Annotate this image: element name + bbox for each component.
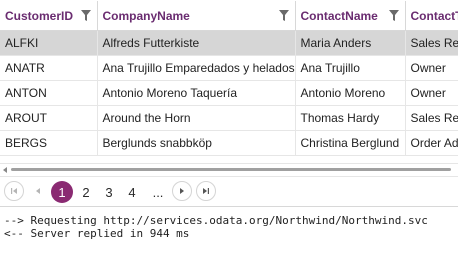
cell-contactname: Christina Berglund (294, 130, 405, 156)
horizontal-scrollbar[interactable] (0, 163, 458, 176)
filter-icon[interactable] (80, 10, 91, 21)
table-row[interactable]: ANTON Antonio Moreno Taquería Antonio Mo… (0, 80, 458, 106)
cell-contacttitle: Owner (404, 80, 458, 106)
cell-companyname: Around the Horn (96, 105, 295, 131)
page-3-button[interactable]: 3 (98, 181, 120, 203)
previous-page-button[interactable] (28, 181, 48, 201)
cell-customerid: ANATR (0, 55, 97, 81)
pager: 1 2 3 4 ... (0, 176, 458, 207)
log-line: <-- Server replied in 944 ms (4, 227, 190, 240)
column-header-label: ContactName (300, 8, 378, 23)
column-header-label: CompanyName (102, 8, 190, 23)
page-4-button[interactable]: 4 (121, 181, 143, 203)
cell-contactname: Ana Trujillo (294, 55, 405, 81)
scroll-left-arrow-icon[interactable] (3, 167, 7, 173)
table-row[interactable]: BERGS Berglunds snabbköp Christina Bergl… (0, 130, 458, 156)
first-page-button[interactable] (4, 181, 24, 201)
cell-customerid: ALFKI (0, 30, 97, 56)
column-header-label: CustomerID (5, 8, 74, 23)
last-page-icon (203, 188, 209, 194)
cell-contactname: Maria Anders (294, 30, 405, 56)
cell-contactname: Antonio Moreno (294, 80, 405, 106)
cell-customerid: AROUT (0, 105, 97, 131)
column-header-customerid[interactable]: CustomerID (0, 1, 98, 31)
cell-companyname: Antonio Moreno Taquería (96, 80, 295, 106)
cell-customerid: BERGS (0, 130, 97, 156)
log-line: --> Requesting http://services.odata.org… (4, 214, 428, 227)
column-header-contacttitle[interactable]: ContactTitle (405, 1, 458, 31)
table-row[interactable]: ANATR Ana Trujillo Emparedados y helados… (0, 55, 458, 81)
cell-contacttitle: Order Administrator (404, 130, 458, 156)
scrollbar-thumb[interactable] (11, 168, 451, 171)
cell-contacttitle: Sales Representative (404, 105, 458, 131)
customers-grid: CustomerID CompanyName ContactName Conta… (0, 0, 458, 210)
customers-table: CustomerID CompanyName ContactName Conta… (0, 1, 458, 156)
column-header-label: ContactTitle (410, 8, 458, 23)
filter-icon[interactable] (278, 10, 289, 21)
column-header-companyname[interactable]: CompanyName (97, 1, 296, 31)
table-row[interactable]: ALFKI Alfreds Futterkiste Maria Anders S… (0, 30, 458, 56)
column-header-contactname[interactable]: ContactName (295, 1, 406, 31)
cell-companyname: Ana Trujillo Emparedados y helados (96, 55, 295, 81)
cell-companyname: Berglunds snabbköp (96, 130, 295, 156)
cell-contacttitle: Sales Representative (404, 30, 458, 56)
last-page-button[interactable] (196, 181, 216, 201)
page-1-button[interactable]: 1 (51, 181, 73, 203)
request-log: --> Requesting http://services.odata.org… (0, 214, 458, 256)
cell-contactname: Thomas Hardy (294, 105, 405, 131)
filter-icon[interactable] (388, 10, 399, 21)
chevron-right-icon (180, 188, 184, 194)
table-row[interactable]: AROUT Around the Horn Thomas Hardy Sales… (0, 105, 458, 131)
header-row: CustomerID CompanyName ContactName Conta… (0, 1, 458, 31)
cell-customerid: ANTON (0, 80, 97, 106)
cell-contacttitle: Owner (404, 55, 458, 81)
more-pages-button[interactable]: ... (147, 181, 169, 203)
next-page-button[interactable] (172, 181, 192, 201)
cell-companyname: Alfreds Futterkiste (96, 30, 295, 56)
chevron-left-icon (36, 188, 40, 194)
page-2-button[interactable]: 2 (75, 181, 97, 203)
first-page-icon (11, 188, 17, 194)
